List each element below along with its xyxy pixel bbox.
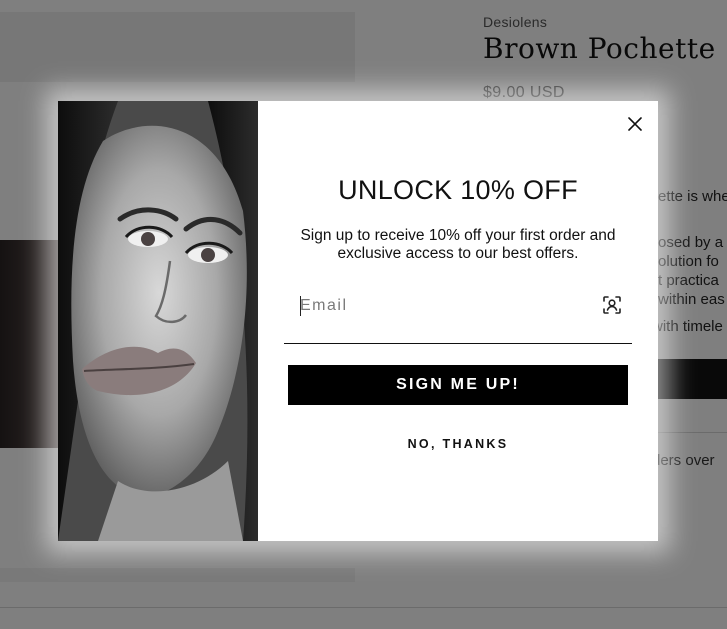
popup-headline: UNLOCK 10% OFF (338, 175, 578, 205)
email-field-wrapper (284, 281, 632, 344)
sign-up-button[interactable]: SIGN ME UP! (288, 365, 628, 405)
close-button[interactable] (624, 113, 646, 135)
no-thanks-link[interactable]: NO, THANKS (258, 437, 658, 451)
newsletter-popup: UNLOCK 10% OFF Sign up to receive 10% of… (58, 101, 658, 541)
contact-autofill-icon[interactable] (602, 295, 622, 315)
popup-subtext: Sign up to receive 10% off your first or… (300, 227, 616, 262)
text-caret (300, 296, 301, 316)
product-page: Desiolens Brown Pochette $9.00 USD ette … (0, 0, 727, 629)
close-icon[interactable] (628, 117, 642, 131)
email-field[interactable] (300, 293, 580, 319)
popup-model-image (58, 101, 258, 541)
popup-content: UNLOCK 10% OFF Sign up to receive 10% of… (258, 101, 658, 541)
